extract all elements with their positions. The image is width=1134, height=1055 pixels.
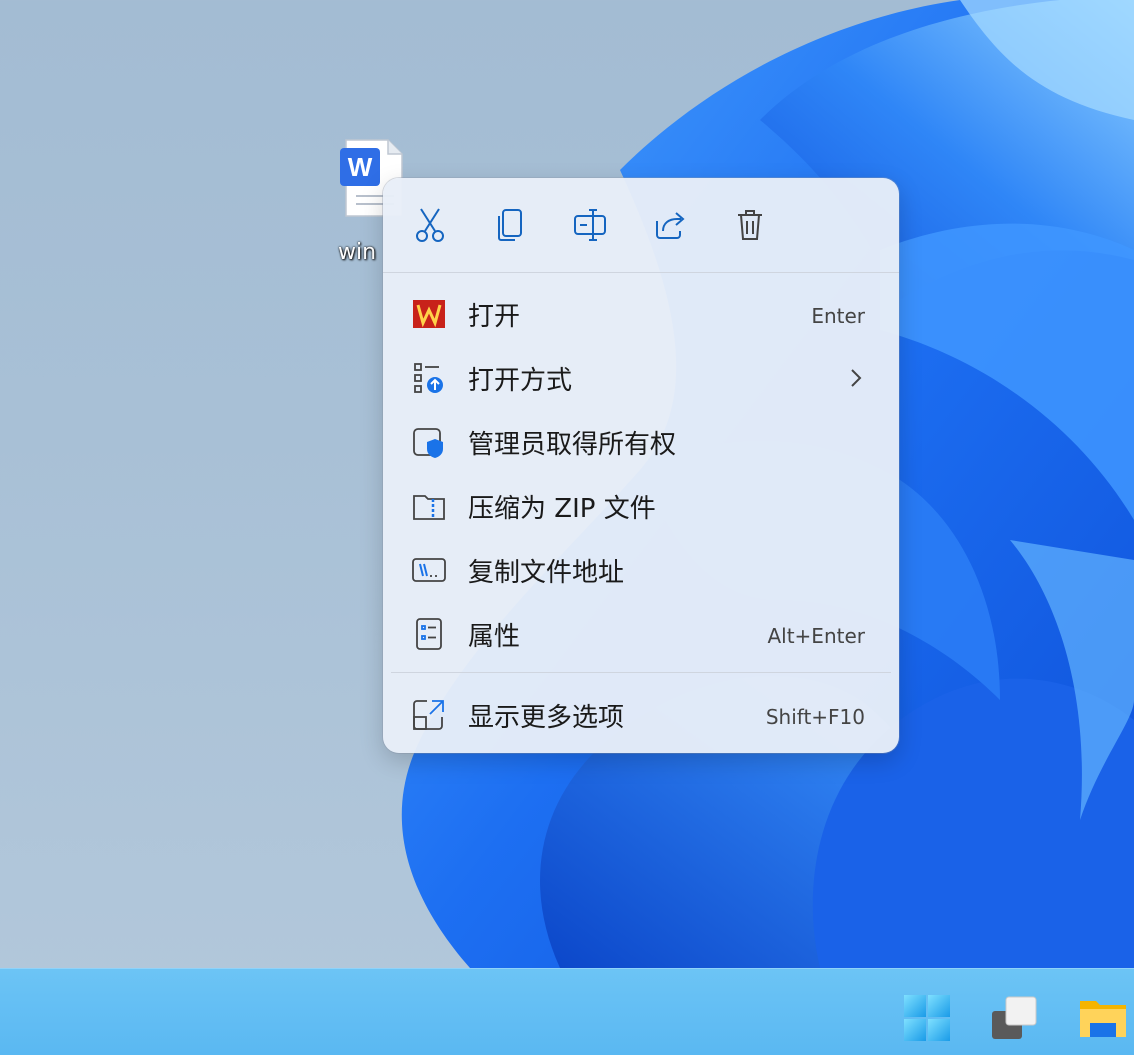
shortcut-label: Shift+F10 <box>765 705 865 729</box>
chevron-right-icon <box>851 369 862 387</box>
menu-item-label: 打开方式 <box>468 366 573 396</box>
start-icon[interactable] <box>902 993 952 1043</box>
menu-item-label: 属性 <box>468 622 521 652</box>
open-with-icon <box>414 363 443 393</box>
taskbar <box>0 968 1134 1055</box>
share-icon <box>656 212 685 239</box>
menu-item-show-more-options[interactable]: 显示更多选项 Shift+F10 <box>383 683 899 747</box>
shortcut-label: Enter <box>811 304 865 328</box>
properties-icon <box>416 618 442 650</box>
menu-item-label: 复制文件地址 <box>468 558 625 588</box>
more-options-icon <box>413 700 444 730</box>
task-view-icon[interactable] <box>990 993 1040 1043</box>
copy-button[interactable] <box>487 202 533 248</box>
cut-button[interactable] <box>407 202 453 248</box>
context-menu: 打开 Enter 打开方式 管理员取得所有权 压缩为 ZIP 文件 复制文件地址… <box>383 178 899 753</box>
wps-icon <box>413 300 445 328</box>
svg-text:W: W <box>348 152 373 182</box>
copy-path-icon <box>412 558 446 582</box>
menu-item-compress-zip[interactable]: 压缩为 ZIP 文件 <box>383 474 899 538</box>
delete-button[interactable] <box>727 202 773 248</box>
menu-item-open[interactable]: 打开 Enter <box>383 282 899 346</box>
file-explorer-icon[interactable] <box>1078 993 1128 1043</box>
shortcut-label: Alt+Enter <box>767 624 865 648</box>
menu-item-open-with[interactable]: 打开方式 <box>383 346 899 410</box>
menu-separator <box>391 672 891 673</box>
menu-item-label: 显示更多选项 <box>468 703 625 733</box>
rename-icon <box>574 209 606 241</box>
copy-icon <box>498 209 522 241</box>
menu-item-label: 管理员取得所有权 <box>468 430 677 460</box>
menu-item-properties[interactable]: 属性 Alt+Enter <box>383 602 899 666</box>
rename-button[interactable] <box>567 202 613 248</box>
zip-folder-icon <box>413 495 445 520</box>
delete-icon <box>738 210 762 240</box>
menu-item-take-ownership[interactable]: 管理员取得所有权 <box>383 410 899 474</box>
shield-icon <box>413 428 443 458</box>
share-button[interactable] <box>647 202 693 248</box>
menu-item-label: 打开 <box>468 302 521 332</box>
menu-item-copy-path[interactable]: 复制文件地址 <box>383 538 899 602</box>
menu-item-label: 压缩为 ZIP 文件 <box>468 494 656 524</box>
context-menu-toolbar <box>383 178 899 273</box>
file-name-label: win <box>338 240 377 265</box>
cut-icon <box>416 208 444 242</box>
